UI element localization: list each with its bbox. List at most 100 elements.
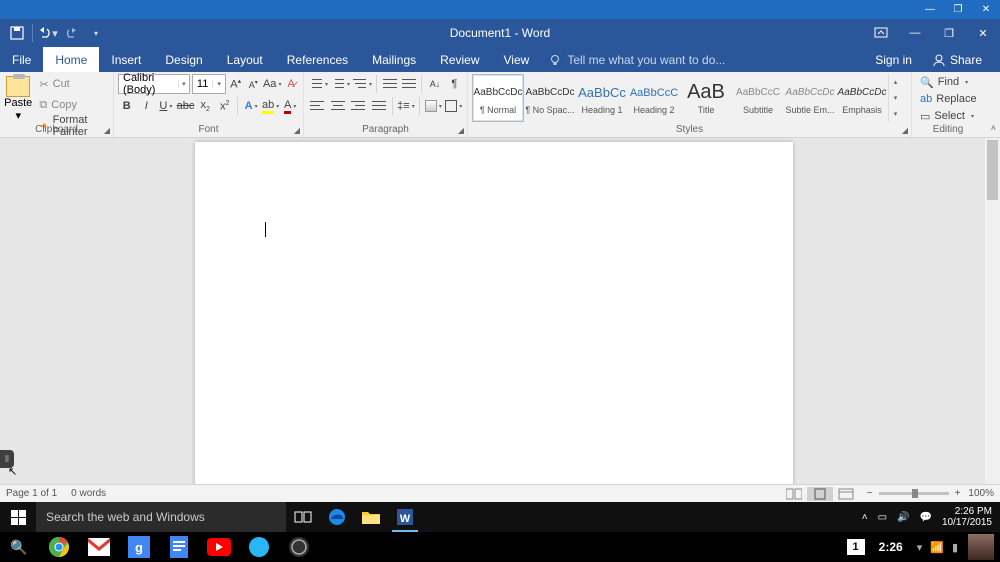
highlight-button[interactable]: ab▾ <box>262 96 280 116</box>
font-color-button[interactable]: A▾ <box>281 96 299 116</box>
dock-avatar[interactable] <box>966 532 996 562</box>
undo-button[interactable]: ▾ <box>37 22 59 44</box>
italic-button[interactable]: I <box>138 96 156 116</box>
file-explorer-button[interactable] <box>354 502 388 532</box>
tab-mailings[interactable]: Mailings <box>360 47 428 72</box>
align-left-button[interactable] <box>308 96 326 116</box>
styles-launcher[interactable]: ◢ <box>902 126 908 135</box>
line-spacing-button[interactable]: ‡≡▾ <box>397 96 415 116</box>
tab-file[interactable]: File <box>0 47 43 72</box>
page-indicator[interactable]: Page 1 of 1 <box>6 488 57 499</box>
minimize-button[interactable]: — <box>898 19 932 47</box>
dock-docs-button[interactable] <box>164 532 194 562</box>
start-button[interactable] <box>0 502 36 532</box>
multilevel-list-button[interactable]: ▾ <box>352 74 372 94</box>
text-effects-button[interactable]: A▾ <box>242 96 260 116</box>
numbering-button[interactable]: ▾ <box>330 74 350 94</box>
change-case-button[interactable]: Aa▾ <box>263 74 281 94</box>
close-button[interactable]: ✕ <box>966 19 1000 47</box>
tab-references[interactable]: References <box>275 47 360 72</box>
zoom-slider-knob[interactable] <box>912 489 918 498</box>
underline-button[interactable]: U▾ <box>157 96 175 116</box>
collapse-ribbon-button[interactable]: ˄ <box>991 123 996 133</box>
style-tile-1[interactable]: AaBbCcDc¶ No Spac... <box>524 74 576 122</box>
dock-app2-button[interactable] <box>284 532 314 562</box>
dock-gmail-button[interactable] <box>84 532 114 562</box>
zoom-level[interactable]: 100% <box>968 488 994 499</box>
borders-button[interactable]: ▾ <box>445 96 463 116</box>
sort-button[interactable]: A↓ <box>426 74 443 94</box>
bullets-button[interactable]: ▾ <box>308 74 328 94</box>
increase-indent-button[interactable] <box>400 74 417 94</box>
font-launcher[interactable]: ◢ <box>294 126 300 135</box>
task-view-button[interactable] <box>286 502 320 532</box>
bold-button[interactable]: B <box>118 96 136 116</box>
tell-me-box[interactable]: Tell me what you want to do... <box>541 47 875 72</box>
style-tile-2[interactable]: AaBbCcHeading 1 <box>576 74 628 122</box>
superscript-button[interactable]: x2 <box>216 96 234 116</box>
outer-close-button[interactable]: ✕ <box>972 0 1000 19</box>
notifications-icon[interactable]: 💬 <box>919 512 931 523</box>
zoom-slider[interactable] <box>879 492 949 495</box>
word-taskbar-button[interactable]: W <box>388 502 422 532</box>
dock-signal-icon[interactable]: 📶 <box>930 541 944 554</box>
tab-review[interactable]: Review <box>428 47 491 72</box>
dock-clock[interactable]: 2:26 <box>873 538 909 556</box>
edge-browser-button[interactable] <box>320 502 354 532</box>
align-right-button[interactable] <box>349 96 367 116</box>
read-mode-button[interactable] <box>781 487 807 501</box>
volume-icon[interactable]: 🔊 <box>897 512 909 523</box>
style-tile-3[interactable]: AaBbCcCHeading 2 <box>628 74 680 122</box>
zoom-in-button[interactable]: + <box>955 488 961 499</box>
taskbar-search-box[interactable]: Search the web and Windows <box>36 502 286 532</box>
customize-qat-button[interactable]: ▾ <box>85 22 107 44</box>
tray-expand-button[interactable]: ˄ <box>862 512 868 523</box>
dock-youtube-button[interactable] <box>204 532 234 562</box>
paste-button[interactable]: Paste ▾ <box>4 74 32 122</box>
dock-badge[interactable]: 1 <box>847 539 865 555</box>
sign-in-link[interactable]: Sign in <box>875 53 912 67</box>
show-marks-button[interactable]: ¶ <box>446 74 463 94</box>
zoom-out-button[interactable]: − <box>867 488 873 499</box>
vertical-scrollbar[interactable] <box>985 138 1000 484</box>
scrollbar-thumb[interactable] <box>987 140 998 200</box>
clear-formatting-button[interactable]: A̷ <box>283 74 299 94</box>
font-size-combo[interactable]: 11▾ <box>192 74 226 94</box>
clipboard-launcher[interactable]: ◢ <box>104 126 110 135</box>
dock-wifi-icon[interactable]: ▾ <box>917 541 923 554</box>
web-layout-button[interactable] <box>833 487 859 501</box>
dock-search-button[interactable]: 🔍 <box>4 532 34 562</box>
style-tile-0[interactable]: AaBbCcDc¶ Normal <box>472 74 524 122</box>
outer-minimize-button[interactable]: — <box>916 0 944 19</box>
tab-design[interactable]: Design <box>153 47 214 72</box>
styles-gallery-more[interactable]: ▴▾▾ <box>888 74 902 122</box>
subscript-button[interactable]: x2 <box>196 96 214 116</box>
tab-insert[interactable]: Insert <box>99 47 153 72</box>
redo-button[interactable] <box>61 22 83 44</box>
font-name-combo[interactable]: Calibri (Body)▾ <box>118 74 190 94</box>
tab-home[interactable]: Home <box>43 47 99 72</box>
copy-button[interactable]: ⧉Copy <box>36 95 109 115</box>
dock-app1-button[interactable] <box>244 532 274 562</box>
style-tile-7[interactable]: AaBbCcDcEmphasis <box>836 74 888 122</box>
battery-icon[interactable]: ▭ <box>878 512 887 523</box>
find-button[interactable]: 🔍Find▾ <box>916 74 978 90</box>
restore-button[interactable]: ❐ <box>932 19 966 47</box>
document-page[interactable] <box>195 142 793 484</box>
tab-layout[interactable]: Layout <box>215 47 275 72</box>
style-tile-4[interactable]: AaBTitle <box>680 74 732 122</box>
taskbar-clock[interactable]: 2:26 PM 10/17/2015 <box>942 506 992 528</box>
shrink-font-button[interactable]: A▾ <box>245 74 261 94</box>
shading-button[interactable]: ▾ <box>424 96 442 116</box>
cut-button[interactable]: ✂Cut <box>36 74 109 94</box>
dock-battery-icon[interactable]: ▮ <box>952 541 958 554</box>
tab-view[interactable]: View <box>492 47 542 72</box>
align-center-button[interactable] <box>328 96 346 116</box>
replace-button[interactable]: abReplace <box>916 91 978 107</box>
decrease-indent-button[interactable] <box>381 74 398 94</box>
ribbon-display-options-button[interactable] <box>864 19 898 47</box>
save-button[interactable] <box>6 22 28 44</box>
style-tile-5[interactable]: AaBbCcCSubtitle <box>732 74 784 122</box>
justify-button[interactable] <box>369 96 387 116</box>
style-tile-6[interactable]: AaBbCcDcSubtle Em... <box>784 74 836 122</box>
